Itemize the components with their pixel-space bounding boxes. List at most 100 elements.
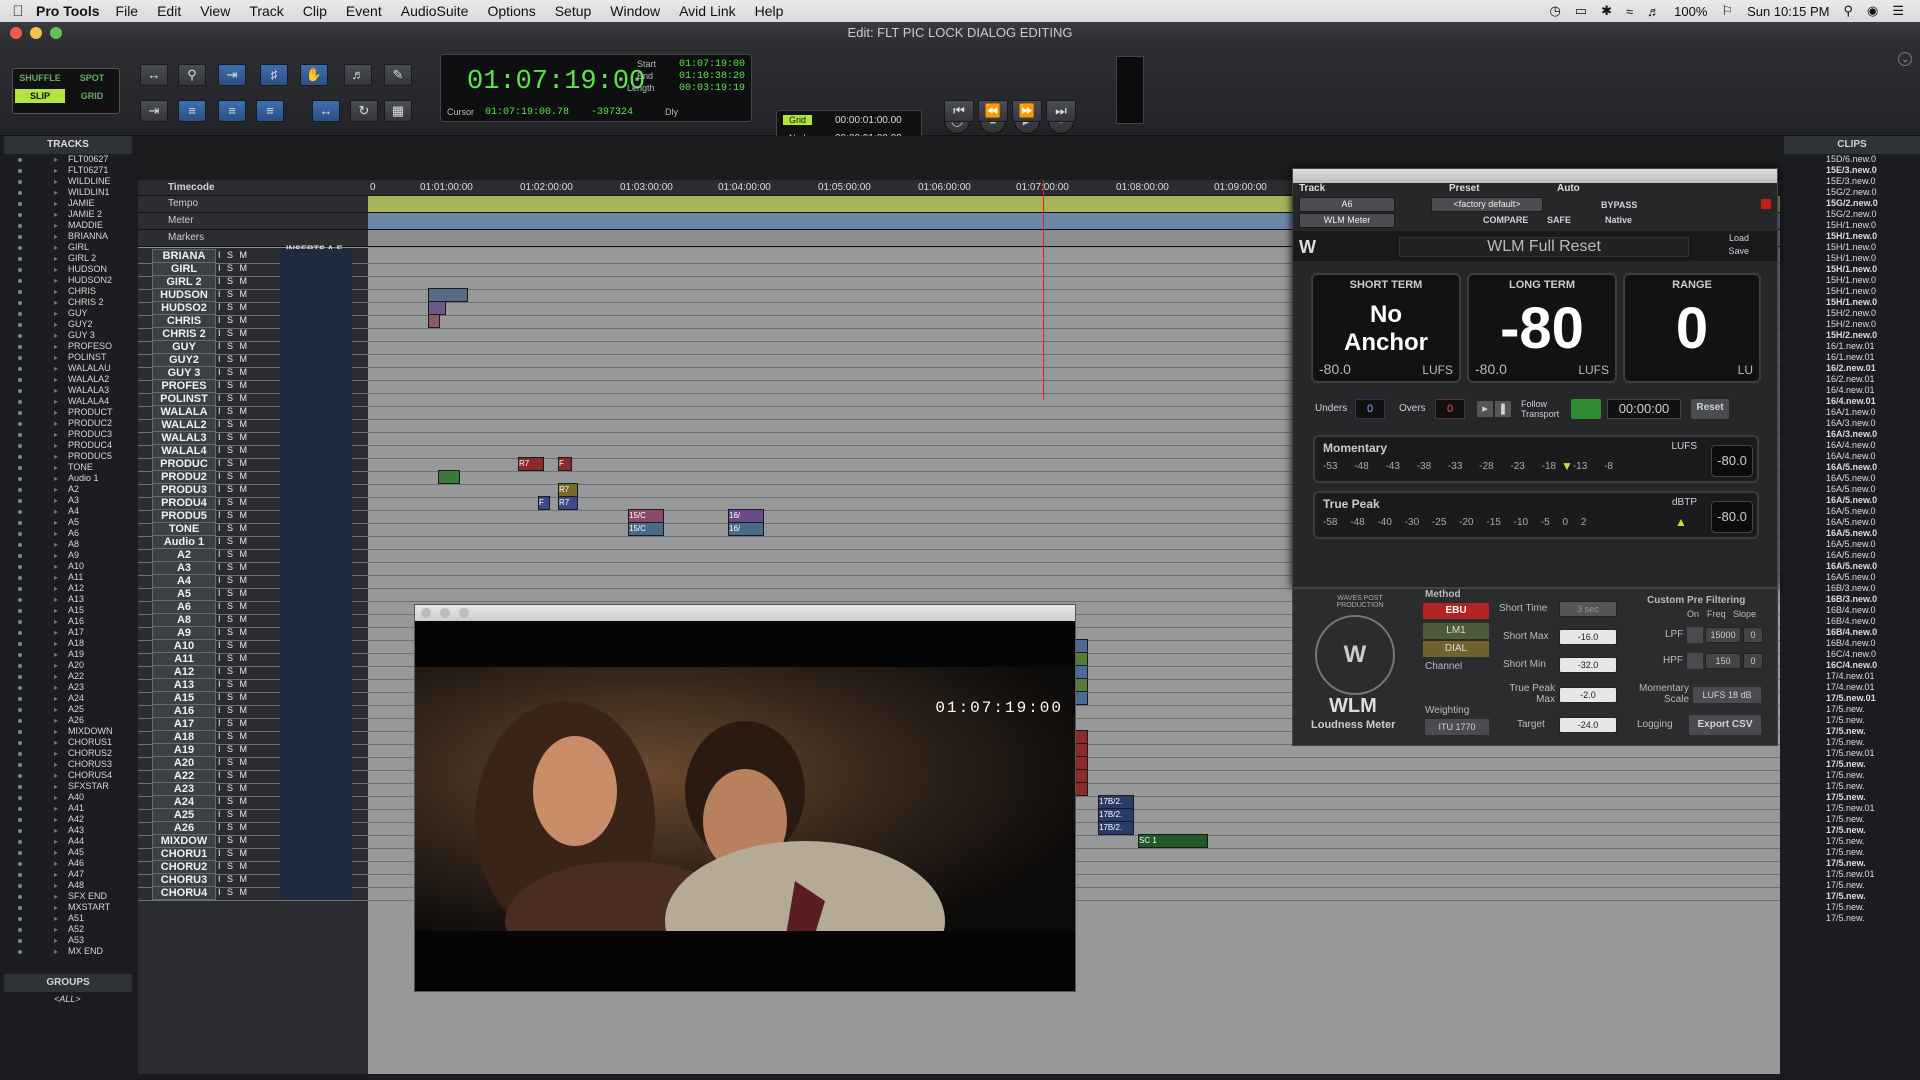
track-input-solo-mute-buttons[interactable]: I S M — [218, 770, 249, 780]
clip-list-item[interactable]: 17/4.new.01 — [1784, 671, 1920, 682]
track-list-item[interactable]: SFX END — [4, 891, 132, 902]
clip-list-item[interactable]: 17/4.new.01 — [1784, 682, 1920, 693]
track-list-item[interactable]: A11 — [4, 572, 132, 583]
clip-list-item[interactable]: 17/5.new. — [1784, 814, 1920, 825]
audio-clip[interactable]: 17B/2. — [1098, 795, 1134, 809]
track-input-solo-mute-buttons[interactable]: I S M — [218, 861, 249, 871]
track-list-item[interactable]: A15 — [4, 605, 132, 616]
clip-list-item[interactable]: 17/5.new. — [1784, 913, 1920, 924]
track-list-item[interactable]: HUDSON — [4, 264, 132, 275]
battery-status[interactable]: 100% — [1674, 4, 1707, 19]
track-list-item[interactable]: A40 — [4, 792, 132, 803]
clip-list-item[interactable]: 16A/4.new.0 — [1784, 451, 1920, 462]
track-input-solo-mute-buttons[interactable]: I S M — [218, 848, 249, 858]
clip-list-item[interactable]: 16A/3.new.0 — [1784, 418, 1920, 429]
clip-list-item[interactable]: 15H/1.new.0 — [1784, 242, 1920, 253]
clip-list-item[interactable]: 16B/4.new.0 — [1784, 638, 1920, 649]
track-list-item[interactable]: A9 — [4, 550, 132, 561]
link-timeline-icon[interactable]: ≡ — [178, 100, 206, 122]
clip-list-item[interactable]: 17/5.new. — [1784, 726, 1920, 737]
menu-audiosuite[interactable]: AudioSuite — [401, 3, 469, 19]
tracks-list[interactable]: FLT00627FLT06271WILDLINEWILDLIN1JAMIEJAM… — [4, 154, 132, 974]
track-list-item[interactable]: A24 — [4, 693, 132, 704]
track-input-solo-mute-buttons[interactable]: I S M — [218, 302, 249, 312]
video-minimize-icon[interactable] — [440, 608, 451, 618]
wifi-icon[interactable]: ≈ — [1626, 4, 1633, 19]
track-list-item[interactable]: A3 — [4, 495, 132, 506]
track-list-item[interactable]: A48 — [4, 880, 132, 891]
track-input-solo-mute-buttons[interactable]: I S M — [218, 562, 249, 572]
track-list-item[interactable]: A42 — [4, 814, 132, 825]
track-input-solo-mute-buttons[interactable]: I S M — [218, 367, 249, 377]
track-insert-slots[interactable] — [280, 886, 352, 900]
track-list-item[interactable]: A5 — [4, 517, 132, 528]
clip-list-item[interactable]: 17/5.new. — [1784, 704, 1920, 715]
video-window-titlebar[interactable] — [415, 605, 1075, 621]
clip-list-item[interactable]: 15H/1.new.0 — [1784, 253, 1920, 264]
track-input-solo-mute-buttons[interactable]: I S M — [218, 731, 249, 741]
track-list-item[interactable]: A25 — [4, 704, 132, 715]
audio-clip[interactable] — [428, 288, 468, 302]
clip-list-item[interactable]: 16A/5.new.0 — [1784, 561, 1920, 572]
track-list-item[interactable]: MXSTART — [4, 902, 132, 913]
track-input-solo-mute-buttons[interactable]: I S M — [218, 640, 249, 650]
menu-edit[interactable]: Edit — [157, 3, 181, 19]
preset-selector[interactable]: <factory default> — [1431, 197, 1543, 212]
track-input-solo-mute-buttons[interactable]: I S M — [218, 588, 249, 598]
track-input-solo-mute-buttons[interactable]: I S M — [218, 653, 249, 663]
track-list-item[interactable]: CHORUS4 — [4, 770, 132, 781]
plugin-selector[interactable]: WLM Meter — [1299, 213, 1395, 228]
track-list-item[interactable]: CHRIS — [4, 286, 132, 297]
track-list-item[interactable]: MADDIE — [4, 220, 132, 231]
track-list-item[interactable]: A22 — [4, 671, 132, 682]
clip-list-item[interactable]: 15H/1.new.0 — [1784, 275, 1920, 286]
track-input-solo-mute-buttons[interactable]: I S M — [218, 601, 249, 611]
track-input-solo-mute-buttons[interactable]: I S M — [218, 627, 249, 637]
audio-clip[interactable]: 15/C — [628, 509, 664, 523]
menu-clip[interactable]: Clip — [303, 3, 327, 19]
audio-clip[interactable]: 15/C — [628, 522, 664, 536]
track-list-item[interactable]: GUY — [4, 308, 132, 319]
export-csv-button[interactable]: Export CSV — [1689, 715, 1761, 735]
clip-list-item[interactable]: 17/5.new. — [1784, 781, 1920, 792]
clip-list-item[interactable]: 16C/4.new.0 — [1784, 649, 1920, 660]
clip-list-item[interactable]: 15E/3.new.0 — [1784, 176, 1920, 187]
track-input-solo-mute-buttons[interactable]: I S M — [218, 575, 249, 585]
menu-help[interactable]: Help — [755, 3, 784, 19]
track-list-item[interactable]: A13 — [4, 594, 132, 605]
track-list-item[interactable]: WALALA2 — [4, 374, 132, 385]
track-list-item[interactable]: WILDLIN1 — [4, 187, 132, 198]
track-list-item[interactable]: GIRL 2 — [4, 253, 132, 264]
track-list-item[interactable]: A6 — [4, 528, 132, 539]
pause-meter-icon[interactable]: ❚ — [1495, 401, 1511, 417]
track-input-solo-mute-buttons[interactable]: I S M — [218, 705, 249, 715]
track-list-item[interactable]: PRODUC5 — [4, 451, 132, 462]
menu-options[interactable]: Options — [487, 3, 535, 19]
return-to-zero-button[interactable]: ⏮ — [944, 100, 974, 122]
clip-list-item[interactable]: 17/5.new. — [1784, 858, 1920, 869]
track-list-item[interactable]: HUDSON2 — [4, 275, 132, 286]
track-list-item[interactable]: WILDLINE — [4, 176, 132, 187]
rewind-button[interactable]: ⏪ — [978, 100, 1008, 122]
audio-clip[interactable] — [438, 470, 460, 484]
track-list-item[interactable]: SFXSTAR — [4, 781, 132, 792]
clip-list-item[interactable]: 17/5.new.01 — [1784, 748, 1920, 759]
close-window-icon[interactable] — [10, 27, 22, 39]
track-input-solo-mute-buttons[interactable]: I S M — [218, 471, 249, 481]
go-to-end-button[interactable]: ⏭ — [1046, 100, 1076, 122]
track-input-solo-mute-buttons[interactable]: I S M — [218, 419, 249, 429]
track-input-solo-mute-buttons[interactable]: I S M — [218, 393, 249, 403]
clip-list-item[interactable]: 16C/4.new.0 — [1784, 660, 1920, 671]
track-list-item[interactable]: A18 — [4, 638, 132, 649]
track-input-solo-mute-buttons[interactable]: I S M — [218, 796, 249, 806]
audio-clip[interactable]: 16/ — [728, 509, 764, 523]
true-peak-max-field[interactable]: -2.0 — [1559, 687, 1617, 703]
track-input-solo-mute-buttons[interactable]: I S M — [218, 744, 249, 754]
hpf-slope-field[interactable]: 0 — [1743, 653, 1763, 669]
keyboard-focus-icon[interactable]: ↔ — [312, 100, 340, 122]
track-input-solo-mute-buttons[interactable]: I S M — [218, 315, 249, 325]
track-list-item[interactable]: PRODUCT — [4, 407, 132, 418]
short-max-field[interactable]: -16.0 — [1559, 629, 1617, 645]
clip-list-item[interactable]: 15H/2.new.0 — [1784, 319, 1920, 330]
delay-comp-label[interactable]: Dly — [665, 107, 678, 117]
